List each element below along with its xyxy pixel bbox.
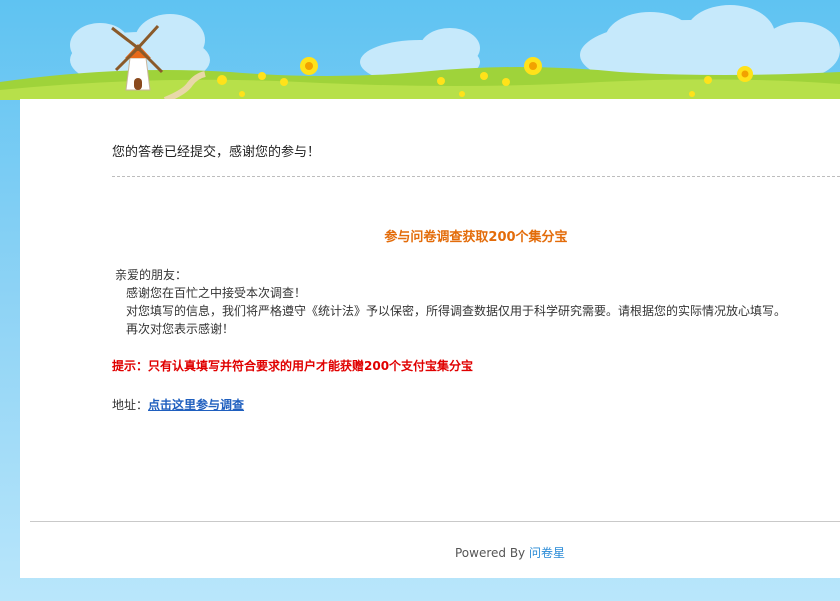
dashed-divider [112, 176, 840, 177]
survey-link[interactable]: 点击这里参与调查 [148, 398, 244, 412]
footer: Powered By 问卷星 [20, 544, 840, 561]
content-card: 您的答卷已经提交，感谢您的参与！ 参与问卷调查获取200个集分宝 亲爱的朋友： … [20, 99, 840, 578]
letter-line-2: 对您填写的信息，我们将严格遵守《统计法》予以保密，所得调查数据仅用于科学研究需要… [126, 304, 787, 318]
letter-greeting: 亲爱的朋友： [115, 268, 188, 282]
banner-landscape [0, 5, 840, 100]
brand-link[interactable]: 问卷星 [529, 546, 565, 560]
address-row: 地址：点击这里参与调查 [112, 396, 244, 413]
footer-divider [30, 521, 840, 522]
powered-by-text: Powered By [454, 546, 526, 560]
letter-line-3: 再次对您表示感谢！ [126, 322, 235, 336]
confirmation-message: 您的答卷已经提交，感谢您的参与！ [112, 145, 321, 160]
tip-text: 提示：只有认真填写并符合要求的用户才能获赠200个支付宝集分宝 [112, 359, 474, 373]
letter-line-1: 感谢您在百忙之中接受本次调查！ [126, 286, 307, 300]
promo-title: 参与问卷调查获取200个集分宝 [384, 230, 568, 245]
letter-body: 亲爱的朋友： 感谢您在百忙之中接受本次调查！ 对您填写的信息，我们将严格遵守《统… [115, 266, 786, 338]
address-label: 地址： [112, 398, 149, 412]
